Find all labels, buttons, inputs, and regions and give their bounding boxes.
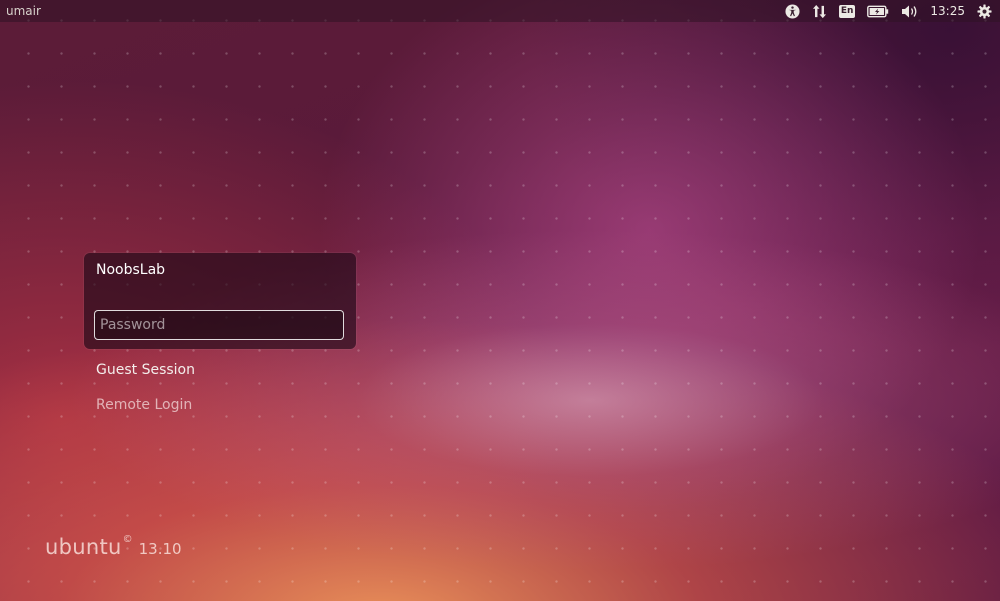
brand-wordmark: ubuntu: [45, 535, 122, 559]
user-name[interactable]: NoobsLab: [96, 262, 165, 278]
gear-icon[interactable]: [977, 0, 992, 22]
accessibility-icon[interactable]: [785, 0, 800, 22]
keyboard-layout-label: En: [838, 4, 856, 18]
clock[interactable]: 13:25: [930, 4, 965, 18]
volume-icon[interactable]: [901, 0, 918, 22]
version-label: 13.10: [138, 540, 182, 558]
hostname-label: umair: [6, 4, 41, 18]
top-panel: umair En 13:25: [0, 0, 1000, 22]
battery-icon[interactable]: [867, 0, 889, 22]
remote-login-item[interactable]: Remote Login: [96, 397, 192, 413]
login-box: NoobsLab: [84, 253, 356, 349]
ubuntu-logo: ubuntu © 13.10: [45, 534, 182, 559]
network-icon[interactable]: [812, 0, 827, 22]
login-screen: umair En 13:25 NoobsLab Guest Session Re…: [0, 0, 1000, 601]
indicator-area: En 13:25: [785, 0, 1000, 22]
brand-mark: ©: [122, 534, 133, 545]
guest-session-item[interactable]: Guest Session: [96, 362, 195, 378]
keyboard-layout-indicator[interactable]: En: [838, 0, 856, 22]
password-input[interactable]: [94, 310, 344, 340]
